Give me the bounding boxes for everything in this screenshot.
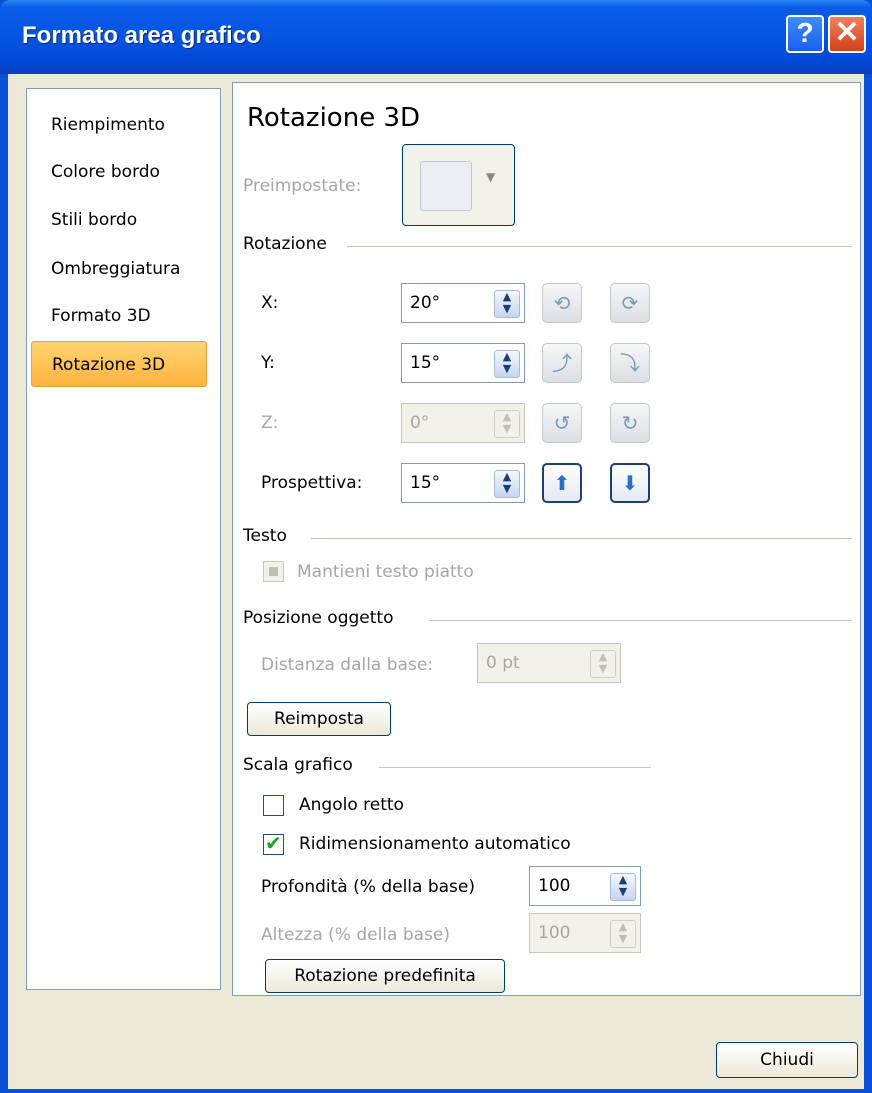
checkmark-icon: ✔ xyxy=(265,831,282,855)
right-angle-axes-label: Angolo retto xyxy=(299,795,404,815)
nav-item-shadow[interactable]: Ombreggiatura xyxy=(31,246,207,292)
spin-arrows-icon[interactable]: ▲ ▼ xyxy=(590,650,616,678)
spin-arrows-icon[interactable]: ▲ ▼ xyxy=(494,350,520,378)
format-chart-area-dialog: Formato area grafico ? ✕ Riempimento Col… xyxy=(0,0,872,1093)
rotate-clockwise-icon[interactable]: ↻ xyxy=(610,403,650,443)
rotate-up-icon[interactable]: ⤴ xyxy=(542,343,582,383)
distance-from-ground-spinner[interactable]: 0 pt ▲ ▼ xyxy=(477,643,621,683)
spin-arrows-icon[interactable]: ▲ ▼ xyxy=(610,873,636,901)
chevron-down-icon: ▼ xyxy=(486,170,496,184)
dialog-client-area: Riempimento Colore bordo Stili bordo Omb… xyxy=(8,74,864,1089)
rotate-down-icon[interactable]: ⤵ xyxy=(610,343,650,383)
default-rotation-button[interactable]: Rotazione predefinita xyxy=(265,959,505,993)
close-button[interactable]: Chiudi xyxy=(716,1042,858,1078)
autoscale-checkbox[interactable]: ✔ xyxy=(263,831,284,855)
perspective-label: Prospettiva: xyxy=(261,473,363,493)
title-bar[interactable]: Formato area grafico ? ✕ xyxy=(0,0,872,74)
rotation-divider xyxy=(347,246,852,247)
x-label: X: xyxy=(261,293,279,313)
spin-arrows-icon[interactable]: ▲ ▼ xyxy=(494,470,520,498)
x-value: 20° xyxy=(410,293,441,313)
nav-item-border-color[interactable]: Colore bordo xyxy=(31,149,207,195)
keep-text-flat-label: Mantieni testo piatto xyxy=(297,562,474,582)
nav-item-3d-format[interactable]: Formato 3D xyxy=(31,293,207,339)
distance-from-ground-label: Distanza dalla base: xyxy=(261,655,434,675)
height-spinner[interactable]: 100 ▲ ▼ xyxy=(529,913,641,953)
text-section-label: Testo xyxy=(243,526,287,546)
depth-spinner[interactable]: 100 ▲ ▼ xyxy=(529,866,641,906)
panel-heading: Rotazione 3D xyxy=(247,103,421,133)
y-label: Y: xyxy=(261,353,275,373)
settings-panel: Rotazione 3D Preimpostate: ▼ Rotazione X… xyxy=(232,82,861,996)
text-divider xyxy=(311,538,852,539)
rotate-left-icon[interactable]: ⟲ xyxy=(542,283,582,323)
keep-text-flat-checkbox[interactable] xyxy=(263,561,284,582)
presets-dropdown[interactable]: ▼ xyxy=(402,144,515,226)
x-rotation-spinner[interactable]: 20° ▲ ▼ xyxy=(401,283,525,323)
preset-preview xyxy=(420,161,472,211)
rotate-counterclockwise-icon[interactable]: ↺ xyxy=(542,403,582,443)
y-rotation-spinner[interactable]: 15° ▲ ▼ xyxy=(401,343,525,383)
category-list: Riempimento Colore bordo Stili bordo Omb… xyxy=(26,88,221,990)
height-label: Altezza (% della base) xyxy=(261,925,451,945)
z-label: Z: xyxy=(261,413,279,433)
close-icon[interactable]: ✕ xyxy=(828,15,866,53)
chart-scale-section-label: Scala grafico xyxy=(243,755,353,775)
autoscale-label: Ridimensionamento automatico xyxy=(299,834,571,854)
rotation-section-label: Rotazione xyxy=(243,234,327,254)
object-position-divider xyxy=(429,620,852,621)
widen-field-of-view-icon[interactable]: ⬇ xyxy=(610,463,650,503)
rotate-right-icon[interactable]: ⟳ xyxy=(610,283,650,323)
chart-scale-divider xyxy=(379,767,651,768)
perspective-value: 15° xyxy=(410,473,441,493)
reset-button[interactable]: Reimposta xyxy=(247,702,391,736)
depth-label: Profondità (% della base) xyxy=(261,877,475,897)
narrow-field-of-view-icon[interactable]: ⬆ xyxy=(542,463,582,503)
perspective-spinner[interactable]: 15° ▲ ▼ xyxy=(401,463,525,503)
spin-arrows-icon[interactable]: ▲ ▼ xyxy=(494,410,520,438)
nav-item-border-styles[interactable]: Stili bordo xyxy=(31,197,207,243)
presets-label: Preimpostate: xyxy=(243,176,362,196)
nav-item-3d-rotation[interactable]: Rotazione 3D xyxy=(31,341,207,387)
spin-arrows-icon[interactable]: ▲ ▼ xyxy=(610,920,636,948)
right-angle-axes-checkbox[interactable] xyxy=(263,795,284,816)
distance-value: 0 pt xyxy=(486,653,520,673)
dialog-title: Formato area grafico xyxy=(22,22,261,49)
depth-value: 100 xyxy=(538,876,571,896)
height-value: 100 xyxy=(538,923,571,943)
object-position-section-label: Posizione oggetto xyxy=(243,608,394,628)
z-value: 0° xyxy=(410,413,430,433)
y-value: 15° xyxy=(410,353,441,373)
spin-arrows-icon[interactable]: ▲ ▼ xyxy=(494,290,520,318)
help-button[interactable]: ? xyxy=(786,15,824,53)
z-rotation-spinner[interactable]: 0° ▲ ▼ xyxy=(401,403,525,443)
nav-item-fill[interactable]: Riempimento xyxy=(31,102,207,148)
